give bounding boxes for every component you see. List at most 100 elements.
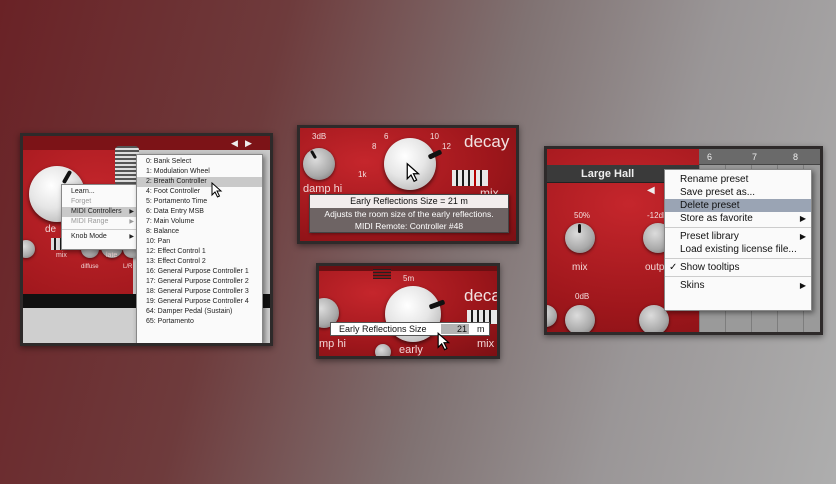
mix-top-label: 50% bbox=[574, 211, 591, 220]
bottom-left-knob[interactable] bbox=[565, 305, 595, 332]
menu-item-load-license-label: Load existing license file... bbox=[680, 244, 797, 255]
early-label: early bbox=[399, 344, 423, 356]
menu-item-preset-library-label: Preset library bbox=[680, 231, 739, 242]
menu-separator bbox=[665, 258, 811, 259]
cc-item[interactable]: 17: General Purpose Controller 2 bbox=[137, 277, 262, 287]
edit-field-label: Early Reflections Size bbox=[339, 324, 427, 334]
timeline-ruler bbox=[699, 149, 820, 165]
early-small-knob[interactable] bbox=[375, 344, 391, 356]
tick-label: 12 bbox=[442, 142, 451, 151]
tooltip-title: Early Reflections Size = 21 m bbox=[310, 195, 508, 208]
decay-label: de bbox=[45, 224, 57, 235]
menu-item-forget-label: Forget bbox=[71, 198, 92, 205]
cc-item[interactable]: 5: Portamento Time bbox=[137, 197, 262, 207]
menu-item-preset-library[interactable]: Preset library ▶ bbox=[665, 230, 811, 243]
mix-label: mix bbox=[572, 262, 588, 273]
menu-item-save-preset-as[interactable]: Save preset as... bbox=[665, 186, 811, 199]
cc-item[interactable]: 1: Modulation Wheel bbox=[137, 167, 262, 177]
preset-context-menu: Rename preset Save preset as... Delete p… bbox=[664, 169, 812, 311]
tooltip-description: Adjusts the room size of the early refle… bbox=[310, 208, 508, 220]
late-label: late bbox=[106, 252, 118, 259]
menu-item-store-as-favorite[interactable]: Store as favorite ▶ bbox=[665, 212, 811, 225]
preset-name[interactable]: Large Hall bbox=[581, 168, 634, 180]
mix-label: mix bbox=[56, 252, 67, 259]
tick-label: 8 bbox=[372, 142, 377, 151]
submenu-arrow-icon: ▶ bbox=[129, 219, 134, 225]
submenu-arrow-icon: ▶ bbox=[129, 209, 134, 215]
menu-item-skins[interactable]: Skins ▶ bbox=[665, 279, 811, 292]
ruler-number: 7 bbox=[752, 152, 758, 162]
cc-item-selected[interactable]: 2: Breath Controller bbox=[137, 177, 262, 187]
size-tick-label: 5m bbox=[403, 274, 415, 283]
decay-label: decay bbox=[464, 286, 500, 305]
menu-item-save-preset-as-label: Save preset as... bbox=[680, 187, 756, 198]
edit-field-unit: m bbox=[477, 324, 485, 334]
damp-hi-label: mp hi bbox=[319, 338, 346, 350]
lr-label: L/R bbox=[123, 264, 133, 270]
menu-separator bbox=[665, 276, 811, 277]
preset-prev-arrow[interactable]: ◀ bbox=[647, 185, 655, 196]
menu-item-knob-mode-label: Knob Mode bbox=[71, 233, 107, 240]
menu-item-learn-label: Learn... bbox=[71, 188, 95, 195]
submenu-arrow-icon: ▶ bbox=[799, 281, 806, 290]
cc-item[interactable]: 10: Pan bbox=[137, 237, 262, 247]
tick-label: 6 bbox=[384, 132, 389, 141]
left-bottom-label: 0dB bbox=[575, 292, 590, 301]
nav-left-arrow[interactable]: ◀ bbox=[231, 138, 238, 149]
ruler-number: 6 bbox=[707, 152, 713, 162]
menu-item-delete-preset[interactable]: Delete preset bbox=[665, 199, 811, 212]
plugin-panel-midi-learn: ◀ ▶ de mix diffuse late L/R Learn... For… bbox=[20, 133, 273, 346]
damp-hi-knob[interactable] bbox=[303, 148, 335, 180]
tick-label: 10 bbox=[430, 132, 439, 141]
cc-item[interactable]: 64: Damper Pedal (Sustain) bbox=[137, 307, 262, 317]
top-strip bbox=[319, 266, 497, 271]
cc-item[interactable]: 19: General Purpose Controller 4 bbox=[137, 297, 262, 307]
menu-item-skins-label: Skins bbox=[680, 280, 705, 291]
mouse-cursor-icon bbox=[211, 182, 223, 198]
menu-item-rename-preset-label: Rename preset bbox=[680, 174, 749, 185]
tick-label: 1k bbox=[358, 170, 367, 179]
menu-item-knob-mode[interactable]: Knob Mode ▶ bbox=[62, 232, 138, 242]
cc-item[interactable]: 0: Bank Select bbox=[137, 157, 262, 167]
menu-item-learn[interactable]: Learn... bbox=[62, 187, 138, 197]
cc-item[interactable]: 16: General Purpose Controller 1 bbox=[137, 267, 262, 277]
menu-item-rename-preset[interactable]: Rename preset bbox=[665, 173, 811, 186]
menu-item-delete-preset-label: Delete preset bbox=[680, 200, 740, 211]
tooltip-box: Early Reflections Size = 21 m Adjusts th… bbox=[309, 194, 509, 233]
cc-item[interactable]: 8: Balance bbox=[137, 227, 262, 237]
menu-item-store-as-favorite-label: Store as favorite bbox=[680, 213, 753, 224]
mix-slider[interactable] bbox=[452, 170, 488, 186]
value-edit-box[interactable]: Early Reflections Size 21 m bbox=[330, 322, 490, 336]
menu-item-show-tooltips-label: Show tooltips bbox=[680, 262, 740, 273]
plugin-panel-tooltip: 3dB damp hi 1k 8 6 10 12 decay mix Early… bbox=[297, 125, 519, 244]
menu-item-midi-controllers[interactable]: MIDI Controllers ▶ bbox=[62, 207, 138, 217]
knob-context-menu: Learn... Forget MIDI Controllers ▶ MIDI R… bbox=[61, 184, 139, 250]
menu-item-midi-range-label: MIDI Range bbox=[71, 218, 109, 225]
mix-knob-indicator bbox=[578, 224, 581, 233]
cc-item[interactable]: 4: Foot Controller bbox=[137, 187, 262, 197]
plugin-panel-preset-menu: 6 7 8 Large Hall ◀ 50% mix -12dB outpu 0… bbox=[544, 146, 823, 335]
gain-tick-label: 3dB bbox=[312, 132, 327, 141]
menu-item-show-tooltips[interactable]: ✓ Show tooltips bbox=[665, 261, 811, 274]
cc-item[interactable]: 65: Portamento bbox=[137, 317, 262, 327]
menu-separator bbox=[665, 227, 811, 228]
menu-item-load-license[interactable]: Load existing license file... bbox=[665, 243, 811, 256]
cc-item[interactable]: 13: Effect Control 2 bbox=[137, 257, 262, 267]
plugin-panel-edit-field: 5m decay Early Reflections Size 21 m mp … bbox=[316, 263, 500, 359]
menu-item-midi-range[interactable]: MIDI Range ▶ bbox=[62, 217, 138, 227]
cc-item[interactable]: 7: Main Volume bbox=[137, 217, 262, 227]
cc-item[interactable]: 18: General Purpose Controller 3 bbox=[137, 287, 262, 297]
menu-separator bbox=[62, 229, 138, 230]
submenu-arrow-icon: ▶ bbox=[799, 214, 806, 223]
mouse-cursor-icon bbox=[406, 162, 421, 183]
cc-item[interactable]: 6: Data Entry MSB bbox=[137, 207, 262, 217]
tooltip-midi-remote: MIDI Remote: Controller #48 bbox=[310, 220, 508, 232]
midi-controllers-submenu: 0: Bank Select 1: Modulation Wheel 2: Br… bbox=[136, 154, 263, 343]
cc-item[interactable]: 12: Effect Control 1 bbox=[137, 247, 262, 257]
menu-item-forget[interactable]: Forget bbox=[62, 197, 138, 207]
diffuse-label: diffuse bbox=[81, 264, 99, 270]
submenu-arrow-icon: ▶ bbox=[129, 234, 134, 240]
nav-right-arrow[interactable]: ▶ bbox=[245, 138, 252, 149]
submenu-arrow-icon: ▶ bbox=[799, 232, 806, 241]
ruler-number: 8 bbox=[793, 152, 799, 162]
